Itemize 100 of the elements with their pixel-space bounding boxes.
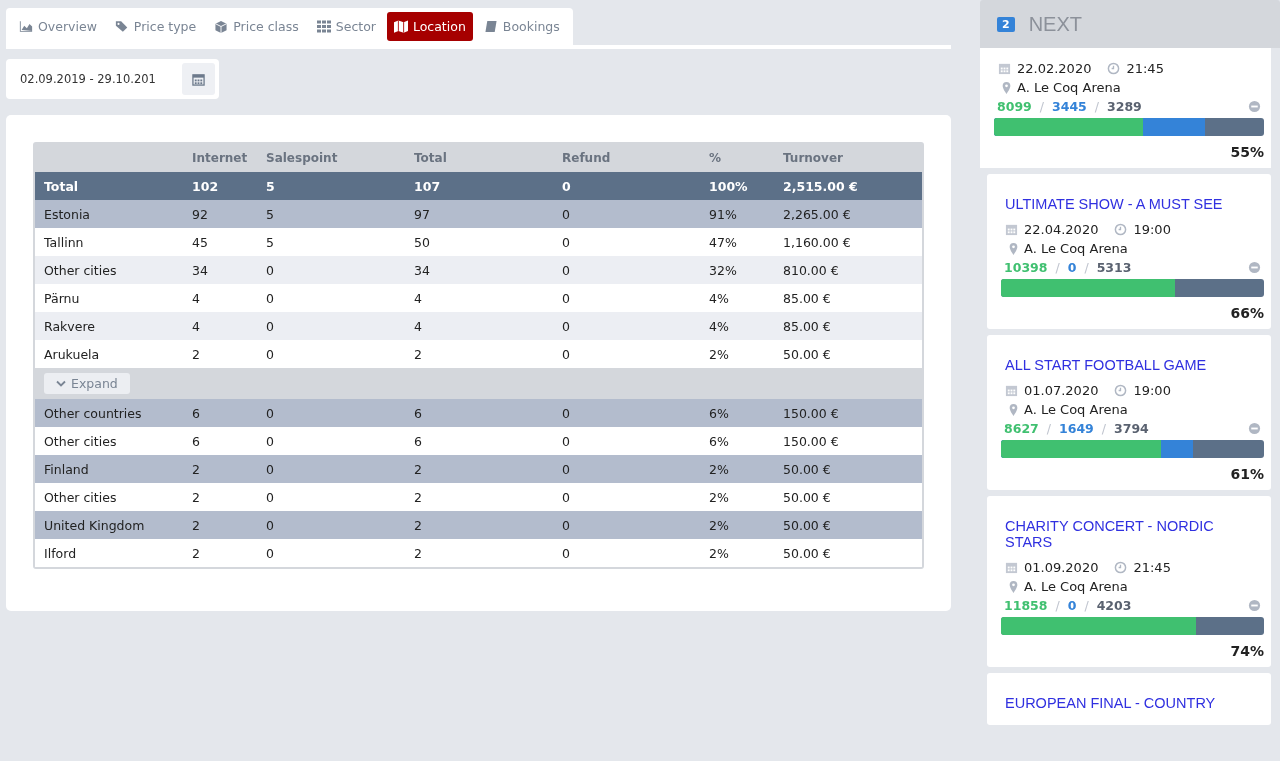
table-cell-text: 2 <box>414 517 423 533</box>
table-cell-text: 50.00 € <box>783 461 832 477</box>
sold-percent: 66% <box>1229 305 1264 321</box>
table-cell-text: Rakvere <box>44 318 96 334</box>
internet-count: 10398 <box>1004 260 1048 275</box>
table-cell-text: 0 <box>562 517 571 533</box>
table-cell-text: 0 <box>562 178 572 194</box>
table-cell-text: 4 <box>192 290 201 306</box>
remaining-count: 3794 <box>1114 421 1149 436</box>
table-cell-text: 1,160.00 € <box>783 234 852 250</box>
remaining-count: 3289 <box>1107 99 1142 114</box>
event-title-link[interactable]: ALL START FOOTBALL GAME <box>1005 357 1264 373</box>
table-cell-text: 97 <box>414 206 431 222</box>
table-cell-text: 0 <box>562 461 571 477</box>
table-cell-text: 150.00 € <box>783 405 840 421</box>
table-cell-text: 2 <box>414 545 423 561</box>
minus-circle-icon[interactable] <box>1248 100 1261 113</box>
remaining-count: 5313 <box>1096 260 1132 275</box>
table-cell-text: United Kingdom <box>44 517 146 533</box>
table-cell-text: 2 <box>192 545 201 561</box>
table-cell-text: 0 <box>562 346 571 362</box>
minus-circle-icon[interactable] <box>1248 599 1261 612</box>
event-title-link[interactable]: CHARITY CONCERT - NORDIC STARS <box>1005 518 1264 550</box>
table-cell-text: 0 <box>562 489 571 505</box>
tab[interactable]: Overview <box>12 12 104 41</box>
calendar-button[interactable] <box>182 63 215 95</box>
table-cell-text: 810.00 € <box>783 262 840 278</box>
tab[interactable]: Price type <box>107 12 204 41</box>
table-cell-text: 100% <box>709 178 749 194</box>
calendar-icon <box>1005 223 1018 236</box>
salespoint-count: 0 <box>1067 260 1077 275</box>
table-cell-text: 4% <box>709 290 730 306</box>
table-cell-text: Tallinn <box>44 234 85 250</box>
table-cell-text: Estonia <box>44 206 91 222</box>
table-cell-text: 2 <box>192 461 201 477</box>
table-cell-text: 0 <box>266 489 275 505</box>
event-time: 19:00 <box>1133 383 1171 398</box>
salespoint-count: 3445 <box>1052 99 1087 114</box>
calendar-icon <box>1005 384 1018 397</box>
event-time: 21:45 <box>1133 560 1171 575</box>
separator-slash: / <box>1046 421 1051 436</box>
table-cell-text: 5 <box>266 234 275 250</box>
event-title-link[interactable]: ULTIMATE SHOW - A MUST SEE <box>1005 196 1264 212</box>
tab[interactable]: Location <box>386 12 473 41</box>
separator-slash: / <box>1055 598 1060 613</box>
table-cell-text: 6 <box>414 433 423 449</box>
table-cell-text: 2 <box>414 346 423 362</box>
sold-percent: 55% <box>1229 144 1264 160</box>
table-cell-text: 0 <box>266 517 275 533</box>
location-pin-icon <box>1009 403 1018 416</box>
table-cell-text: 0 <box>266 545 275 561</box>
table-cell-text: 50.00 € <box>783 545 832 561</box>
event-date: 01.07.2020 <box>1024 383 1099 398</box>
event-venue: A. Le Coq Arena <box>1024 579 1128 594</box>
area-chart-icon <box>19 20 33 33</box>
table-cell-text: 0 <box>266 346 275 362</box>
tags-icon <box>114 20 129 33</box>
table-cell-text: 2% <box>709 489 730 505</box>
calendar-icon <box>192 72 205 86</box>
tab[interactable]: Sector <box>309 12 383 41</box>
date-range-field[interactable]: 02.09.2019 - 29.10.201 <box>6 59 219 99</box>
event-venue: A. Le Coq Arena <box>1024 241 1128 256</box>
table-cell-text: 34 <box>192 262 209 278</box>
table-cell-text: 4 <box>414 318 423 334</box>
grid-icon <box>316 20 331 33</box>
minus-circle-icon[interactable] <box>1248 261 1261 274</box>
sidebar-title: NEXT <box>1028 12 1082 36</box>
location-pin-icon <box>1002 81 1011 94</box>
table-cell-text: 2,515.00 € <box>783 178 859 194</box>
table-cell-text: 2% <box>709 545 730 561</box>
table-cell-text: Other cities <box>44 433 118 449</box>
table-cell-text: 6 <box>192 405 201 421</box>
sold-percent: 61% <box>1229 466 1264 482</box>
table-cell-text: 47% <box>709 234 738 250</box>
table-cell-text: 0 <box>266 433 275 449</box>
table-cell-text: 6% <box>709 405 730 421</box>
table-cell-text: 0 <box>266 290 275 306</box>
tab[interactable]: Price class <box>207 12 306 41</box>
table-cell-text: 0 <box>562 433 571 449</box>
table-cell-text: 85.00 € <box>783 290 832 306</box>
event-date: 22.04.2020 <box>1024 222 1099 237</box>
calendar-icon <box>998 62 1011 75</box>
table-cell-text: Other cities <box>44 489 118 505</box>
tab[interactable]: Bookings <box>476 12 567 41</box>
table-cell-text: 5 <box>266 178 276 194</box>
table-cell-text: 4 <box>192 318 201 334</box>
location-pin-icon <box>1009 242 1018 255</box>
table-cell-text: 2% <box>709 517 730 533</box>
table-cell-text: 2,265.00 € <box>783 206 852 222</box>
map-icon <box>393 20 408 33</box>
clock-icon <box>1107 62 1121 75</box>
separator-slash: / <box>1055 260 1060 275</box>
separator-slash: / <box>1094 99 1100 114</box>
table-cell-text: 4% <box>709 318 730 334</box>
remaining-count: 4203 <box>1096 598 1132 613</box>
internet-count: 11858 <box>1004 598 1048 613</box>
table-cell-text: 0 <box>562 545 571 561</box>
minus-circle-icon[interactable] <box>1248 422 1261 435</box>
table-cell-text: 4 <box>414 290 423 306</box>
table-cell-text: 0 <box>562 318 571 334</box>
